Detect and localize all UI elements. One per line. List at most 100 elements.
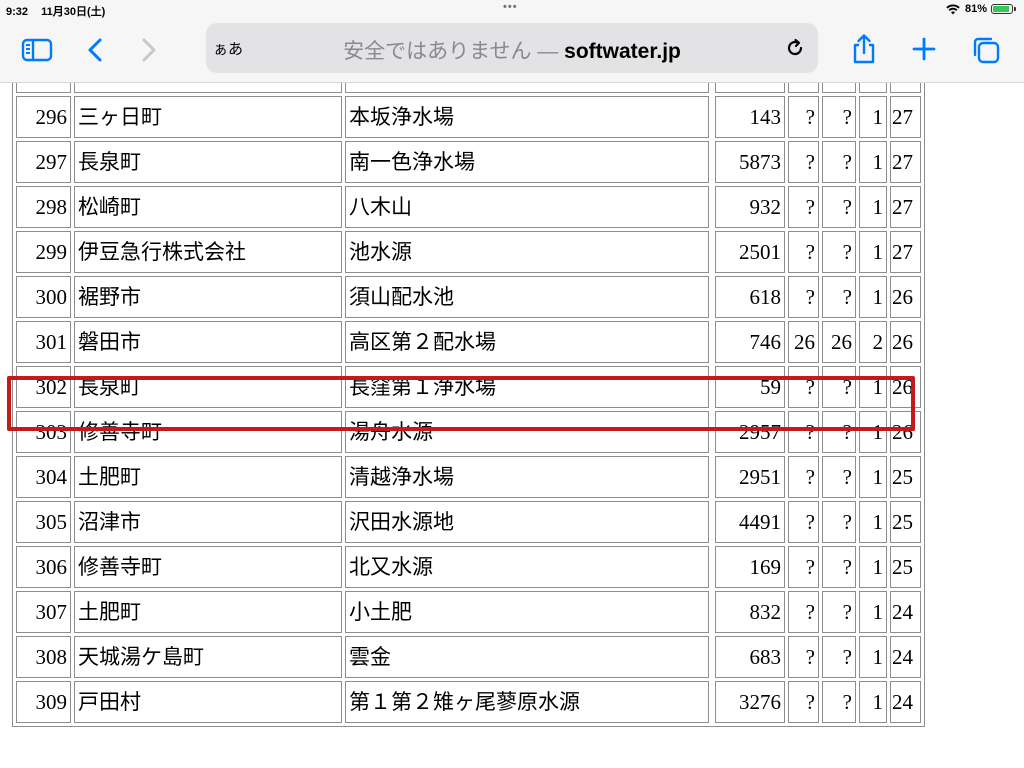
forward-button[interactable] [138,36,160,64]
col-b-cell: ? [822,83,856,93]
table-row: 308 天城湯ケ島町 雲金 683?? 1 24 [16,636,921,678]
battery-fill [993,6,1010,12]
plant-name-cell: 八木山 [345,186,709,228]
col-c-cell: 1 [859,591,887,633]
col-c-cell: 1 [859,276,887,318]
col-d-cell: 24 [890,681,921,723]
not-secure-warning: 安全ではありません — [343,40,565,63]
col-a-cell: ? [788,636,819,678]
forward-icon [142,38,156,62]
municipality-cell: 松崎町 [74,186,342,228]
col-d-cell: 25 [890,501,921,543]
plant-name-cell: 長窪第１浄水場 [345,366,709,408]
col-d-cell: 27 [890,231,921,273]
col-a-cell: 26 [788,321,819,363]
battery-cap [1014,7,1016,11]
plant-name-cell: 第１第２雉ヶ尾蓼原水源 [345,681,709,723]
plant-name-cell: 湯舟水源 [345,411,709,453]
col-a-cell: ? [788,141,819,183]
status-time: 9:32 [6,6,29,18]
col-d-cell: 26 [890,276,921,318]
municipality-cell: 伊豆急行株式会社 [74,231,342,273]
value-cell: 5873 [715,141,785,183]
col-d-cell: 27 [890,186,921,228]
url-domain: softwater.jp [564,40,681,63]
wifi-icon [946,3,960,14]
table-row: 301 磐田市 高区第２配水場 746 26 26 2 26 [16,321,921,363]
value-cell: 169 [715,546,785,588]
col-a-cell: ? [788,411,819,453]
municipality-cell: 東伊豆町 [74,83,342,93]
share-button[interactable] [851,33,877,65]
tab-overview-button[interactable] [971,35,1001,65]
table-row: 304 土肥町 清越浄水場 2951?? 1 25 [16,456,921,498]
municipality-cell: 三ヶ日町 [74,96,342,138]
col-b-cell: ? [822,276,856,318]
status-bar: 9:32 11月30日(土) ••• 81% [0,0,1024,20]
col-a-cell: ? [788,186,819,228]
table-row: 298 松崎町 八木山 932?? 1 27 [16,186,921,228]
col-b-cell: ? [822,186,856,228]
value-cell: 2951 [715,456,785,498]
row-number: 304 [16,456,71,498]
col-c-cell: 1 [859,366,887,408]
sidebar-button[interactable] [20,36,54,64]
reload-button[interactable] [784,37,806,59]
table-row: 306 修善寺町 北又水源 169?? 1 25 [16,546,921,588]
col-d-cell: 27 [890,141,921,183]
sidebar-icon [21,38,53,62]
col-a-cell: ? [788,546,819,588]
status-date: 11月30日(土) [41,6,106,18]
browser-toolbar: ぁあ 安全ではありません — softwater.jp [0,20,1024,83]
table-row: 309 戸田村 第１第２雉ヶ尾蓼原水源 3276?? 1 24 [16,681,921,723]
col-d-cell: 25 [890,456,921,498]
table-row: 297 長泉町 南一色浄水場 5873?? 1 27 [16,141,921,183]
row-number: 302 [16,366,71,408]
value-cell: 59 [715,366,785,408]
value-cell: 4491 [715,501,785,543]
col-b-cell: ? [822,96,856,138]
table-row: 295東伊豆町大台617??127 [16,83,921,93]
municipality-cell: 磐田市 [74,321,342,363]
plant-name-cell: 須山配水池 [345,276,709,318]
col-b-cell: ? [822,636,856,678]
value-cell: 832 [715,591,785,633]
col-b-cell: ? [822,546,856,588]
col-a-cell: ? [788,456,819,498]
col-c-cell: 2 [859,321,887,363]
municipality-cell: 土肥町 [74,591,342,633]
plant-name-cell: 小土肥 [345,591,709,633]
plant-name-cell: 大台 [345,83,709,93]
col-c-cell: 1 [859,83,887,93]
col-a-cell: ? [788,501,819,543]
row-number: 308 [16,636,71,678]
col-a-cell: ? [788,83,819,93]
col-d-cell: 26 [890,321,921,363]
new-tab-button[interactable] [911,36,937,62]
url-display[interactable]: 安全ではありません — softwater.jp [206,35,818,65]
municipality-cell: 沼津市 [74,501,342,543]
row-number: 300 [16,276,71,318]
reload-icon [787,38,803,56]
value-cell: 617 [715,83,785,93]
value-cell: 932 [715,186,785,228]
plant-name-cell: 雲金 [345,636,709,678]
col-c-cell: 1 [859,186,887,228]
table-row: 305 沼津市 沢田水源地 4491?? 1 25 [16,501,921,543]
col-c-cell: 1 [859,456,887,498]
col-c-cell: 1 [859,141,887,183]
multitasking-dots-icon[interactable]: ••• [503,1,518,13]
web-content: 295東伊豆町大台617??127296三ヶ日町本坂浄水場143??127297… [0,83,1024,768]
municipality-cell: 戸田村 [74,681,342,723]
col-c-cell: 1 [859,96,887,138]
battery-icon [991,4,1013,14]
row-number: 309 [16,681,71,723]
back-button[interactable] [84,36,106,64]
share-icon [853,34,875,64]
col-d-cell: 27 [890,83,921,93]
value-cell: 2501 [715,231,785,273]
col-b-cell: ? [822,591,856,633]
municipality-cell: 長泉町 [74,366,342,408]
address-bar[interactable]: ぁあ 安全ではありません — softwater.jp [206,23,818,73]
row-number: 299 [16,231,71,273]
